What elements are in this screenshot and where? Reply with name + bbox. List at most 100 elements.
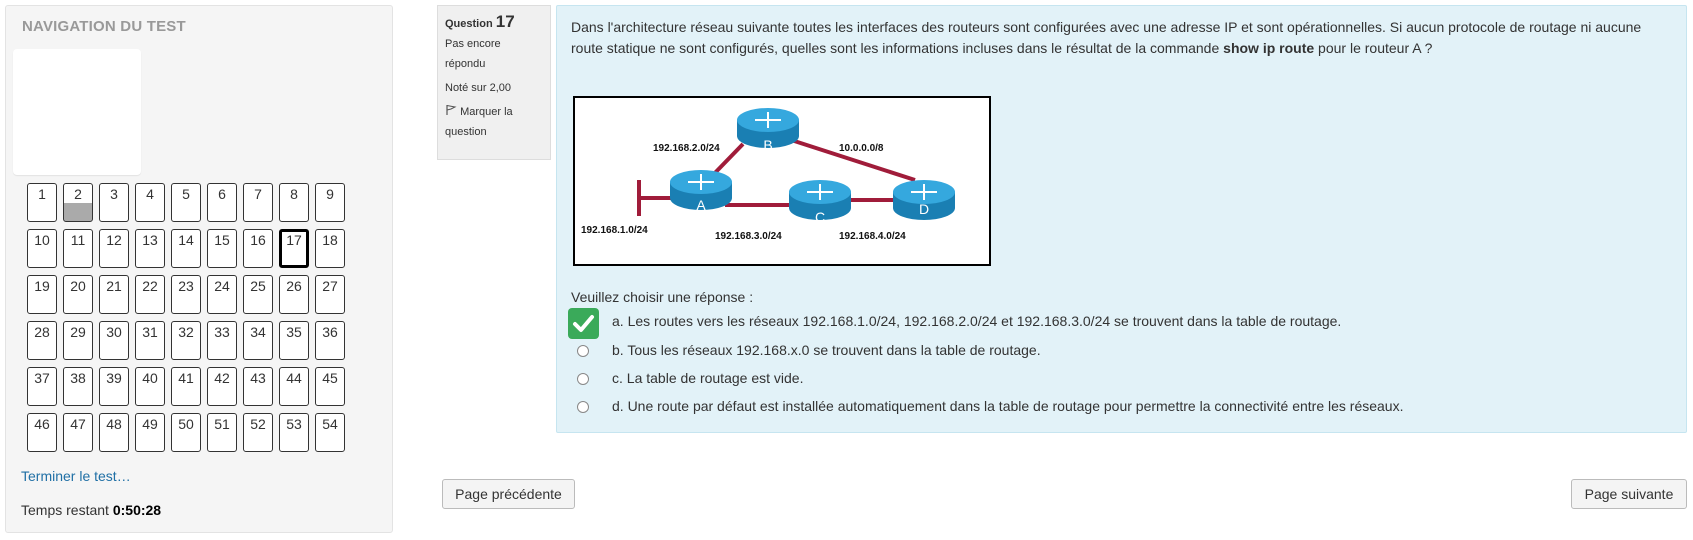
flag-label-line-1: Marquer la (460, 106, 513, 118)
question-nav-button[interactable]: 46 (27, 413, 57, 452)
question-nav-button[interactable]: 53 (279, 413, 309, 452)
answer-d-label[interactable]: d. Une route par défaut est installée au… (612, 398, 1403, 414)
flag-question-link[interactable]: Marquer la question (445, 102, 543, 142)
question-nav-button[interactable]: 34 (243, 321, 273, 360)
question-nav-button[interactable]: 7 (243, 183, 273, 222)
question-nav-button[interactable]: 10 (27, 229, 57, 268)
question-nav-button[interactable]: 26 (279, 275, 309, 314)
router-a-label: A (696, 197, 706, 213)
question-nav-button[interactable]: 40 (135, 367, 165, 406)
question-nav-button[interactable]: 50 (171, 413, 201, 452)
question-nav-button[interactable]: 5 (171, 183, 201, 222)
question-nav-button[interactable]: 45 (315, 367, 345, 406)
question-nav-button[interactable]: 29 (63, 321, 93, 360)
question-nav-button[interactable]: 22 (135, 275, 165, 314)
question-nav-button[interactable]: 52 (243, 413, 273, 452)
question-nav-button[interactable]: 33 (207, 321, 237, 360)
answer-b-label[interactable]: b. Tous les réseaux 192.168.x.0 se trouv… (612, 342, 1041, 358)
flag-icon (446, 105, 457, 115)
question-nav-button[interactable]: 6 (207, 183, 237, 222)
answer-c-radio[interactable] (577, 373, 589, 385)
question-nav-button[interactable]: 43 (243, 367, 273, 406)
question-nav-button[interactable]: 21 (99, 275, 129, 314)
network-diagram: B A C D 192.168.2.0/24 10.0.0.0/8 192.16… (573, 96, 991, 266)
question-nav-button[interactable]: 25 (243, 275, 273, 314)
question-nav-button[interactable]: 38 (63, 367, 93, 406)
question-nav-button[interactable]: 54 (315, 413, 345, 452)
question-nav-button[interactable]: 14 (171, 229, 201, 268)
router-d-icon: D (893, 180, 955, 220)
time-label: Temps restant (21, 502, 109, 518)
question-content: Dans l'architecture réseau suivante tout… (556, 5, 1687, 433)
question-nav-button[interactable]: 2 (63, 183, 93, 222)
question-nav-button[interactable]: 24 (207, 275, 237, 314)
router-b-icon: B (737, 108, 799, 153)
question-nav-button[interactable]: 8 (279, 183, 309, 222)
question-nav-button[interactable]: 44 (279, 367, 309, 406)
previous-page-button[interactable]: Page précédente (442, 479, 575, 509)
question-nav-button[interactable]: 41 (171, 367, 201, 406)
question-nav-button[interactable]: 15 (207, 229, 237, 268)
question-text-after: pour le routeur A ? (1314, 40, 1433, 56)
question-nav-button[interactable]: 48 (99, 413, 129, 452)
question-nav-button[interactable]: 11 (63, 229, 93, 268)
router-a-icon: A (670, 170, 732, 213)
question-nav-button[interactable]: 19 (27, 275, 57, 314)
question-info: Question 17 Pas encore répondu Noté sur 2… (437, 5, 551, 160)
user-picture-placeholder (13, 49, 141, 175)
question-nav-button[interactable]: 4 (135, 183, 165, 222)
answer-d-radio[interactable] (577, 401, 589, 413)
question-nav-button[interactable]: 37 (27, 367, 57, 406)
router-b-label: B (763, 137, 772, 153)
network-label-bd: 10.0.0.0/8 (839, 143, 884, 154)
network-diagram-svg: B A C D 192.168.2.0/24 10.0.0.0/8 192.16… (581, 108, 955, 242)
time-remaining: Temps restant 0:50:28 (21, 502, 161, 518)
answer-prompt: Veuillez choisir une réponse : (571, 289, 754, 305)
question-nav-button[interactable]: 39 (99, 367, 129, 406)
question-nav-button[interactable]: 18 (315, 229, 345, 268)
question-nav-button[interactable]: 36 (315, 321, 345, 360)
question-nav-button[interactable]: 30 (99, 321, 129, 360)
question-text-before: Dans l'architecture réseau suivante tout… (571, 19, 1642, 56)
question-nav-button[interactable]: 27 (315, 275, 345, 314)
question-nav-button[interactable]: 9 (315, 183, 345, 222)
question-nav-button[interactable]: 16 (243, 229, 273, 268)
question-nav-button[interactable]: 47 (63, 413, 93, 452)
network-label-ab: 192.168.2.0/24 (653, 143, 720, 154)
question-nav-button[interactable]: 51 (207, 413, 237, 452)
question-nav-button[interactable]: 28 (27, 321, 57, 360)
question-nav-button[interactable]: 35 (279, 321, 309, 360)
checkmark-icon (568, 308, 599, 339)
time-value: 0:50:28 (112, 502, 162, 518)
answer-b-radio[interactable] (577, 345, 589, 357)
question-nav-button[interactable]: 13 (135, 229, 165, 268)
network-label-cd: 192.168.4.0/24 (839, 231, 906, 242)
router-c-icon: C (789, 180, 851, 225)
question-nav-button[interactable]: 20 (63, 275, 93, 314)
next-page-button[interactable]: Page suivante (1571, 479, 1687, 509)
question-number: Question 17 (445, 12, 543, 34)
question-nav-button[interactable]: 1 (27, 183, 57, 222)
question-nav-button[interactable]: 49 (135, 413, 165, 452)
flag-label-line-2: question (445, 126, 487, 138)
answer-a-label[interactable]: a. Les routes vers les réseaux 192.168.1… (612, 313, 1341, 329)
question-grade: Noté sur 2,00 (445, 82, 512, 94)
question-nav-button[interactable]: 12 (99, 229, 129, 268)
navigation-title: NAVIGATION DU TEST (22, 18, 186, 35)
router-c-label: C (815, 209, 825, 225)
network-label-lan-a: 192.168.1.0/24 (581, 225, 648, 236)
status-line-2: répondu (445, 58, 486, 70)
question-status: Pas encore répondu (445, 34, 543, 74)
question-nav-button[interactable]: 23 (171, 275, 201, 314)
question-nav-button[interactable]: 32 (171, 321, 201, 360)
quiz-navigation-panel: NAVIGATION DU TEST 1 2 3 4 5 6 7 8 9 10 11 12 13 14 15… (5, 5, 393, 533)
question-nav-button[interactable]: 3 (99, 183, 129, 222)
network-label-ac: 192.168.3.0/24 (715, 231, 782, 242)
status-line-1: Pas encore (445, 38, 501, 50)
answer-c-label[interactable]: c. La table de routage est vide. (612, 370, 803, 386)
finish-attempt-link[interactable]: Terminer le test… (21, 468, 131, 484)
question-nav-button[interactable]: 42 (207, 367, 237, 406)
question-nav-button[interactable]: 17 (279, 229, 309, 268)
question-text: Dans l'architecture réseau suivante tout… (571, 17, 1671, 59)
question-nav-button[interactable]: 31 (135, 321, 165, 360)
